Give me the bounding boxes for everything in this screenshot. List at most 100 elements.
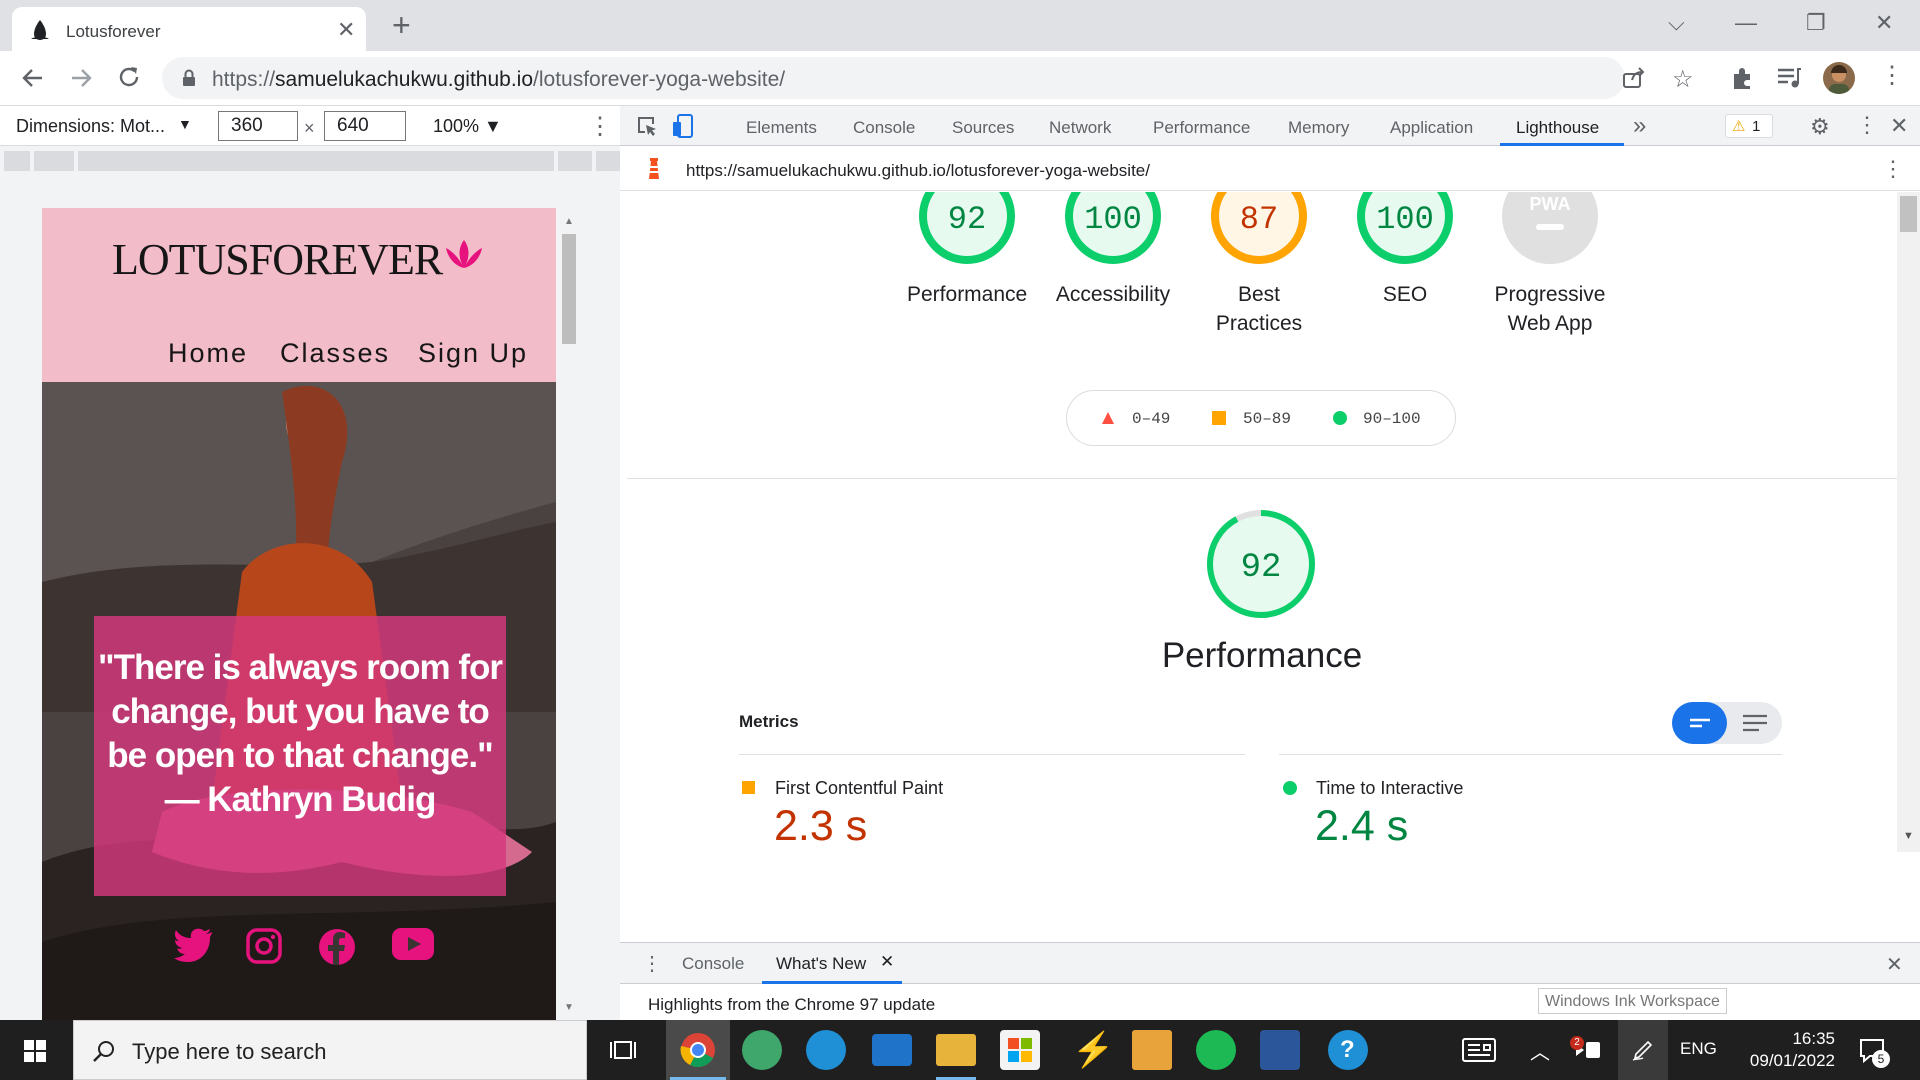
atom-app-icon[interactable] [742, 1030, 782, 1070]
gauge-pwa[interactable]: PWA Progressive Web App [1485, 192, 1615, 338]
url-path: /lotusforever-yoga-website/ [533, 68, 786, 91]
language-indicator[interactable]: ENG [1680, 1039, 1717, 1059]
url-domain: samuelukachukwu.github.io [275, 68, 534, 91]
whats-new-panel: Highlights from the Chrome 97 update Win… [620, 984, 1920, 1020]
windows-start-icon[interactable] [24, 1040, 46, 1062]
close-window-icon[interactable]: ✕ [1875, 10, 1893, 36]
tab-lighthouse[interactable]: Lighthouse [1516, 118, 1599, 138]
drawer-menu-icon[interactable]: ⋮ [642, 951, 662, 976]
tab-network[interactable]: Network [1049, 118, 1111, 138]
clock-time: 16:35 [1792, 1029, 1835, 1048]
mail-tray-icon[interactable]: 2 [1570, 1036, 1602, 1062]
report-scrollbar[interactable]: ▼ [1897, 192, 1920, 852]
metrics-heading: Metrics [739, 712, 799, 731]
live-server-icon[interactable] [1132, 1030, 1172, 1070]
youtube-icon[interactable] [392, 928, 434, 960]
close-whats-new-icon[interactable]: ✕ [880, 952, 894, 972]
devtools-menu-icon[interactable]: ⋮ [1856, 112, 1878, 138]
show-hidden-icons-chevron[interactable]: ︿ [1530, 1036, 1550, 1065]
restore-icon[interactable]: ❐ [1806, 10, 1826, 36]
gauge-seo[interactable]: 100 SEO [1345, 192, 1465, 309]
nav-home-link[interactable]: Home [168, 338, 248, 369]
facebook-icon[interactable] [318, 928, 356, 966]
bookmark-star-icon[interactable]: ☆ [1672, 65, 1694, 94]
pen-icon [1632, 1040, 1653, 1061]
notification-center-icon[interactable]: 5 [1858, 1036, 1890, 1068]
extensions-icon[interactable] [1730, 65, 1756, 91]
label-performance: Performance [907, 283, 1028, 306]
address-bar[interactable]: https://samuelukachukwu.github.io/lotusf… [162, 57, 1694, 99]
settings-gear-icon[interactable]: ⚙ [1810, 114, 1830, 140]
chrome-taskbar-button[interactable] [666, 1020, 730, 1080]
metric-fcp-value: 2.3 s [774, 802, 868, 850]
back-icon[interactable] [20, 65, 46, 91]
site-logo[interactable]: LOTUSFOREVER [112, 234, 443, 285]
media-control-icon[interactable] [1776, 65, 1802, 91]
gauge-accessibility[interactable]: 100 Accessibility [1053, 192, 1173, 309]
word-icon[interactable] [1260, 1030, 1300, 1070]
metrics-view-toggle[interactable] [1672, 702, 1782, 744]
spotify-icon[interactable] [1196, 1030, 1236, 1070]
tab-elements[interactable]: Elements [746, 118, 817, 138]
chrome-menu-icon[interactable]: ⋮ [1880, 61, 1904, 90]
gauge-best-practices[interactable]: 87 Best Practices [1199, 192, 1319, 338]
device-height-input[interactable]: 640 [324, 111, 406, 141]
instagram-icon[interactable] [246, 928, 282, 964]
drawer-tab-console[interactable]: Console [682, 954, 744, 974]
reload-icon[interactable] [116, 64, 142, 90]
news-widget-icon[interactable] [1462, 1038, 1496, 1062]
close-drawer-icon[interactable]: ✕ [1886, 952, 1903, 977]
compact-view-button[interactable] [1672, 702, 1727, 744]
lock-icon[interactable] [182, 69, 196, 87]
tab-console[interactable]: Console [853, 118, 915, 138]
tab-sources[interactable]: Sources [952, 118, 1014, 138]
nav-classes-link[interactable]: Classes [280, 338, 390, 369]
edge-icon[interactable] [806, 1030, 846, 1070]
best-practices-gauge-icon: 87 [1211, 192, 1307, 264]
taskbar-search-box[interactable]: Type here to search [73, 1020, 587, 1080]
inspect-element-icon[interactable] [636, 115, 658, 137]
zoom-select[interactable]: 100% ▼ [433, 116, 502, 137]
forward-icon[interactable] [68, 65, 94, 91]
issues-warning-button[interactable]: ⚠ 1 [1725, 114, 1773, 138]
profile-avatar[interactable] [1823, 62, 1855, 94]
emulated-website: LOTUSFOREVER Home Classes Sign Up "There… [42, 208, 556, 1020]
label-seo: SEO [1382, 283, 1428, 306]
expanded-view-icon[interactable] [1742, 714, 1768, 732]
quote-card: "There is always room for change, but yo… [94, 616, 506, 896]
media-query-bar[interactable] [4, 151, 620, 173]
twitter-icon[interactable] [174, 928, 214, 962]
emulated-scrollbar[interactable]: ▲ ▼ [560, 214, 578, 1020]
device-toolbar: Dimensions: Mot... ▼ 360 × 640 100% ▼ ⋮ [0, 106, 620, 146]
nav-signup-link[interactable]: Sign Up [418, 338, 528, 369]
browser-tab[interactable]: Lotusforever ✕ [12, 7, 366, 51]
task-view-icon[interactable] [610, 1038, 636, 1062]
compact-view-icon [1690, 718, 1710, 728]
dropdown-caret-icon[interactable]: ▼ [178, 116, 192, 132]
close-devtools-icon[interactable]: ✕ [1890, 113, 1908, 139]
device-dimensions-select[interactable]: Dimensions: Mot... [16, 116, 165, 137]
tab-search-icon[interactable]: ⌵ [1668, 10, 1685, 36]
device-toolbar-menu-icon[interactable]: ⋮ [588, 112, 612, 141]
unity-app-icon[interactable]: ⚡ [1072, 1030, 1114, 1070]
report-menu-icon[interactable]: ⋮ [1882, 156, 1904, 182]
file-explorer-icon[interactable] [936, 1034, 976, 1066]
taskbar-clock[interactable]: 16:35 09/01/2022 [1725, 1028, 1835, 1072]
site-header: LOTUSFOREVER Home Classes Sign Up [42, 208, 556, 382]
tab-memory[interactable]: Memory [1288, 118, 1349, 138]
drawer-tab-whats-new[interactable]: What's New [776, 954, 866, 974]
device-toolbar-toggle-icon[interactable] [672, 114, 694, 138]
share-icon[interactable] [1622, 67, 1646, 89]
windows-ink-button[interactable] [1618, 1020, 1668, 1080]
tab-performance[interactable]: Performance [1153, 118, 1250, 138]
mail-icon[interactable] [872, 1034, 912, 1066]
help-app-icon[interactable]: ? [1328, 1030, 1368, 1070]
more-tabs-icon[interactable]: » [1633, 112, 1646, 140]
microsoft-store-icon[interactable] [1000, 1030, 1040, 1070]
close-tab-icon[interactable]: ✕ [337, 17, 355, 43]
gauge-performance[interactable]: 92 Performance [907, 192, 1027, 309]
minimize-icon[interactable]: — [1735, 10, 1757, 36]
new-tab-icon[interactable]: + [392, 8, 411, 42]
device-width-input[interactable]: 360 [218, 111, 298, 141]
tab-application[interactable]: Application [1390, 118, 1473, 138]
